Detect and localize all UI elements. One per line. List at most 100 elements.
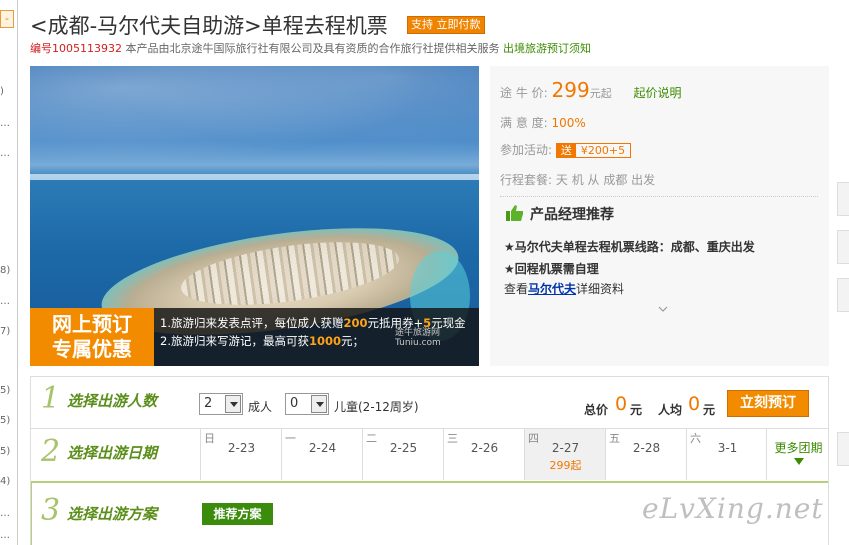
- page-title: <成都-马尔代夫自助游>单程去程机票: [30, 14, 388, 38]
- total-value: 0: [615, 393, 628, 415]
- sky-clouds: [30, 66, 479, 176]
- children-select[interactable]: 0: [285, 393, 329, 415]
- total-unit: 元: [630, 403, 643, 417]
- promo-title-line1: 网上预订: [52, 312, 132, 336]
- price-row: 途 牛 价: 299元起 起价说明: [500, 78, 682, 102]
- pm-line-details: 查看马尔代夫详细资料: [504, 280, 624, 297]
- promo-travelogue-line: 2.旅游归来写游记，最高可获1000元；: [160, 333, 364, 349]
- provider-description: 本产品由北京途牛国际旅行社有限公司及具有资质的合作旅行社提供相关服务: [125, 42, 500, 55]
- date-cell[interactable]: 五 2-28: [605, 429, 686, 480]
- right-tab[interactable]: [837, 432, 849, 466]
- sidebar-fragment: 8): [0, 265, 11, 276]
- promo-text: 1.旅游归来发表点评，每位成人获赠: [160, 316, 344, 330]
- promo-title-line2: 专属优惠: [52, 337, 132, 361]
- more-dates-text: 更多团期: [774, 441, 823, 455]
- expand-chevron-icon[interactable]: [658, 304, 668, 314]
- left-sidebar-fragment: - ) … … 8) … 7) 5) 5) 5) 4) … …: [0, 0, 18, 545]
- sidebar-fragment: 5): [0, 385, 11, 396]
- date-price: 299起: [549, 459, 582, 472]
- step-travelers: 1 选择出游人数 2 成人 0 儿童(2-12周岁) 总价 0 元 人均 0 元…: [31, 377, 828, 429]
- sidebar-fragment: 4): [0, 476, 11, 487]
- logo-text-en: Tuniu.com: [395, 338, 441, 348]
- adults-select[interactable]: 2: [199, 393, 243, 415]
- date-cell[interactable]: 二 2-25: [362, 429, 443, 480]
- site-watermark: eLvXing.net: [642, 492, 824, 525]
- date-cell-available[interactable]: 四 2-27 299起: [524, 429, 605, 480]
- maldives-link[interactable]: 马尔代夫: [528, 282, 576, 296]
- date-day: 2-28: [632, 441, 661, 455]
- price-label: 途 牛 价:: [500, 86, 548, 100]
- booking-notice-link[interactable]: 出境旅游预订须知: [503, 42, 591, 55]
- promo-text: 2.旅游归来写游记，最高可获: [160, 334, 309, 348]
- pm-line-route: ★马尔代夫单程去程机票线路：成都、重庆出发: [504, 240, 755, 254]
- step-label: 选择出游日期: [67, 444, 158, 462]
- total-label: 总价: [584, 403, 609, 417]
- sidebar-collapse-button[interactable]: -: [0, 10, 14, 28]
- activity-amount: ¥200+5: [580, 144, 626, 157]
- date-day: 2-25: [389, 441, 418, 455]
- adults-value: 2: [204, 396, 213, 411]
- right-column-fragment: [837, 182, 849, 522]
- sidebar-fragment: …: [0, 296, 10, 307]
- date-day: 2-27: [551, 441, 580, 455]
- online-promo-banner[interactable]: 网上预订 专属优惠 1.旅游归来发表点评，每位成人获赠200元抵用券+5元现金 …: [30, 308, 479, 366]
- info-divider: [500, 196, 818, 197]
- date-cell[interactable]: 一 2-24: [281, 429, 362, 480]
- price-unit: 元起: [589, 87, 612, 100]
- book-now-button[interactable]: 立刻预订: [727, 390, 809, 417]
- pm-title-text: 产品经理推荐: [530, 207, 614, 223]
- dropdown-arrow-icon[interactable]: [225, 395, 241, 413]
- tuniu-watermark-logo: 途牛旅游网 Tuniu.com: [395, 328, 441, 348]
- sidebar-fragment: …: [0, 530, 10, 541]
- pm-details-prefix: 查看: [504, 282, 529, 296]
- pm-details-suffix: 详细资料: [576, 282, 625, 296]
- promo-text: 元；: [341, 334, 364, 348]
- product-code: 编号1005113932: [30, 42, 122, 55]
- activity-song: 送: [556, 144, 576, 157]
- promo-highlight: 1000: [308, 334, 341, 348]
- sidebar-fragment: 5): [0, 415, 11, 426]
- satisfaction-value: 100%: [551, 116, 586, 130]
- sidebar-fragment: ): [0, 86, 4, 97]
- instant-pay-badge[interactable]: 支持 立即付款: [407, 16, 485, 34]
- right-tab[interactable]: [837, 230, 849, 264]
- sidebar-fragment: …: [0, 508, 10, 519]
- thumbs-up-icon: [506, 205, 523, 221]
- avg-value: 0: [688, 393, 701, 415]
- logo-text-cn: 途牛旅游网: [395, 328, 441, 338]
- step-number: 3: [41, 493, 61, 528]
- date-day: 2-26: [470, 441, 499, 455]
- sidebar-fragment: …: [0, 118, 10, 129]
- adults-label: 成人: [248, 400, 273, 414]
- price-explanation-link[interactable]: 起价说明: [634, 86, 682, 100]
- product-subline: 编号1005113932 本产品由北京途牛国际旅行社有限公司及具有资质的合作旅行…: [30, 40, 591, 56]
- package-label: 行程套餐:: [500, 173, 553, 187]
- activity-label: 参加活动:: [500, 143, 553, 157]
- price-value: 299: [551, 78, 590, 102]
- children-value: 0: [290, 396, 299, 411]
- destination-photo: 网上预订 专属优惠 1.旅游归来发表点评，每位成人获赠200元抵用券+5元现金 …: [30, 66, 479, 366]
- more-dates-link[interactable]: 更多团期: [771, 439, 826, 465]
- avg-unit: 元: [703, 403, 716, 417]
- date-cell[interactable]: 日 2-23: [200, 429, 281, 480]
- right-tab[interactable]: [837, 278, 849, 312]
- sidebar-fragment: 5): [0, 446, 11, 457]
- date-cell[interactable]: 三 2-26: [443, 429, 524, 480]
- step-number: 1: [41, 381, 61, 416]
- satisfaction-row: 满 意 度: 100%: [500, 114, 586, 131]
- package-row: 行程套餐: 天 机 从 成都 出发: [500, 171, 655, 188]
- promo-highlight: 200: [343, 316, 368, 330]
- right-tab[interactable]: [837, 182, 849, 216]
- step-label: 选择出游方案: [67, 505, 158, 523]
- activity-tag[interactable]: 送 ¥200+5: [555, 143, 632, 158]
- date-day: 2-24: [308, 441, 337, 455]
- date-cell[interactable]: 六 3-1: [686, 429, 767, 480]
- step-label: 选择出游人数: [67, 392, 158, 410]
- date-day: 2-23: [227, 441, 256, 455]
- step-number: 2: [41, 434, 61, 469]
- sidebar-fragment: 7): [0, 326, 11, 337]
- date-calendar-row: 日 2-23 一 2-24 二 2-25 三 2-26 四 2-27 299起 …: [200, 429, 767, 480]
- children-label: 儿童(2-12周岁): [334, 400, 419, 414]
- dropdown-arrow-icon[interactable]: [311, 395, 327, 413]
- recommended-plan-button[interactable]: 推荐方案: [202, 503, 273, 525]
